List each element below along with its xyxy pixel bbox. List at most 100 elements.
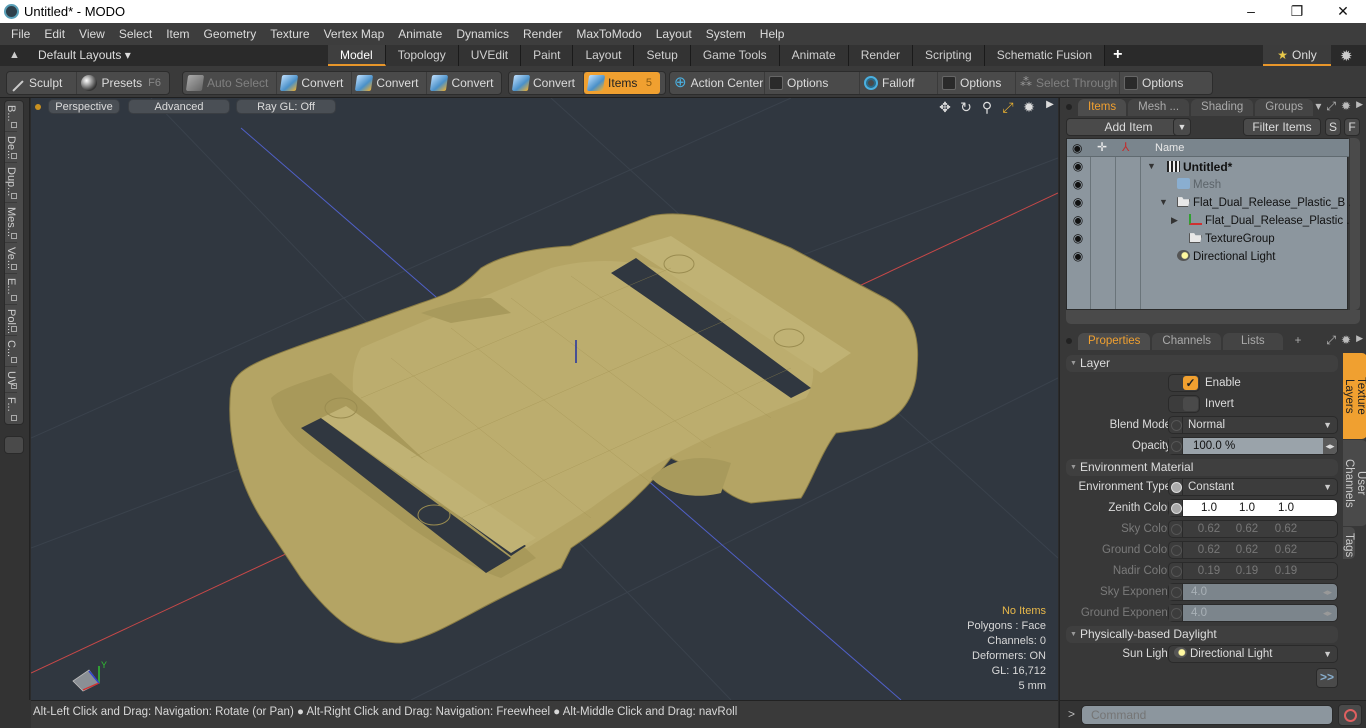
channel-knob[interactable] — [1169, 542, 1183, 558]
channel-knob[interactable] — [1169, 605, 1183, 621]
tool-tab-vertex[interactable]: Ve... — [5, 243, 17, 274]
tree-row-mesh[interactable]: ◉ Mesh — [1067, 176, 1349, 194]
command-input[interactable] — [1081, 705, 1333, 725]
menu-item[interactable]: Item — [159, 23, 196, 45]
sky-b[interactable]: 0.62 — [1266, 521, 1306, 537]
name-column-header[interactable]: Name — [1155, 142, 1184, 154]
zoom-view-icon[interactable]: ⚲ — [979, 99, 995, 116]
action-center-button[interactable]: ⊕ Action Center — [670, 72, 765, 94]
eye-icon[interactable]: ◉ — [1069, 195, 1087, 209]
action-center-options-button[interactable]: Options — [765, 72, 860, 94]
filter-items-button[interactable]: Filter Items — [1243, 118, 1321, 136]
menu-view[interactable]: View — [72, 23, 112, 45]
tab-groups[interactable]: Groups — [1255, 99, 1313, 116]
tool-tab-deform[interactable]: De... — [5, 132, 17, 163]
panel-expand-icon[interactable]: ▶ — [1356, 333, 1363, 348]
eye-icon[interactable]: ◉ — [1069, 231, 1087, 245]
tab-properties[interactable]: Properties — [1078, 333, 1151, 350]
item-list[interactable]: ◉ ✛ ⅄ Name ◉ ▼ Untitled* ◉ Mesh ◉ ▼ Flat… — [1066, 138, 1358, 310]
tab-topology[interactable]: Topology — [385, 45, 459, 66]
tabs-dropdown-icon[interactable]: ▾ — [1315, 99, 1321, 114]
raygl-button[interactable]: Ray GL: Off — [236, 99, 336, 114]
sun-light-dropdown[interactable]: Directional Light ▼ — [1168, 645, 1338, 663]
maximize-button[interactable]: ❐ — [1274, 0, 1320, 23]
tool-tab-uv[interactable]: UV — [5, 367, 17, 393]
tab-setup[interactable]: Setup — [634, 45, 691, 66]
zenith-g[interactable]: 1.0 — [1227, 500, 1267, 516]
convert-polygons-button[interactable]: Convert — [427, 72, 501, 94]
tab-channels[interactable]: Channels — [1152, 333, 1222, 350]
add-tab-button[interactable]: + — [1285, 333, 1312, 350]
channel-knob[interactable] — [1169, 479, 1183, 495]
visibility-column-icon[interactable]: ◉ — [1072, 141, 1082, 155]
viewport-expand-icon[interactable]: ▶ — [1042, 99, 1058, 116]
sky-exponent-field[interactable]: 4.0 ◂▸ — [1168, 583, 1338, 601]
record-macro-button[interactable] — [1338, 704, 1362, 726]
channel-knob[interactable] — [1169, 521, 1183, 537]
convert-vertices-button[interactable]: Convert — [277, 72, 353, 94]
opacity-field[interactable]: 100.0 % ◂▸ — [1168, 437, 1338, 455]
add-item-dropdown[interactable]: ▼ — [1173, 118, 1191, 136]
eye-icon[interactable]: ◉ — [1069, 177, 1087, 191]
menu-file[interactable]: File — [4, 23, 37, 45]
side-tab-user-channels[interactable]: User Channels — [1343, 440, 1366, 526]
only-button[interactable]: ★ Only — [1263, 45, 1331, 66]
eye-icon[interactable]: ◉ — [1069, 159, 1087, 173]
expand-icon[interactable]: ▼ — [1147, 161, 1156, 171]
ground-color-field[interactable]: 0.62 0.62 0.62 — [1168, 541, 1338, 559]
tree-row-light[interactable]: ◉ Directional Light — [1067, 248, 1349, 266]
tree-row-group[interactable]: ◉ ▼ Flat_Dual_Release_Plastic_B ... — [1067, 194, 1358, 212]
sky-r[interactable]: 0.62 — [1189, 521, 1229, 537]
falloff-options-button[interactable]: Options — [938, 72, 1016, 94]
slider-arrows-icon[interactable]: ◂▸ — [1323, 605, 1332, 621]
environment-type-dropdown[interactable]: Constant ▼ — [1168, 478, 1338, 496]
ground-g[interactable]: 0.62 — [1227, 542, 1267, 558]
tab-paint[interactable]: Paint — [521, 45, 574, 66]
side-tab-texture-layers[interactable]: Texture Layers — [1343, 353, 1366, 439]
enable-toggle[interactable]: ✓ — [1168, 374, 1200, 392]
fit-view-icon[interactable]: ⤢ — [1000, 99, 1016, 116]
s-button[interactable]: S — [1325, 118, 1341, 136]
menu-vertex-map[interactable]: Vertex Map — [317, 23, 392, 45]
channel-knob[interactable] — [1169, 584, 1183, 600]
tab-scripting[interactable]: Scripting — [913, 45, 985, 66]
viewport-menu-dot[interactable] — [35, 104, 41, 110]
tree-row-locator[interactable]: ◉ ▶ Flat_Dual_Release_Plastic ... — [1067, 212, 1356, 230]
menu-maxtomodo[interactable]: MaxToModo — [569, 23, 648, 45]
nadir-b[interactable]: 0.19 — [1266, 563, 1306, 579]
environment-material-section-header[interactable]: Environment Material — [1066, 459, 1338, 476]
menu-system[interactable]: System — [699, 23, 753, 45]
panel-menu-dot[interactable] — [1066, 338, 1072, 344]
tab-items[interactable]: Items — [1078, 99, 1127, 116]
ground-exponent-field[interactable]: 4.0 ◂▸ — [1168, 604, 1338, 622]
tree-row-scene[interactable]: ◉ ▼ Untitled* — [1067, 158, 1349, 176]
menu-help[interactable]: Help — [753, 23, 792, 45]
tab-layout[interactable]: Layout — [573, 45, 635, 66]
expand-icon[interactable]: ▼ — [1159, 197, 1168, 207]
tab-mesh-ops[interactable]: Mesh ... — [1128, 99, 1190, 116]
tab-game-tools[interactable]: Game Tools — [690, 45, 780, 66]
nadir-g[interactable]: 0.19 — [1227, 563, 1267, 579]
menu-geometry[interactable]: Geometry — [197, 23, 264, 45]
lock-column-icon[interactable]: ✛ — [1097, 140, 1107, 154]
gear-icon[interactable]: ✹ — [1340, 47, 1353, 65]
tool-tab-mesh-edit[interactable]: Mes... — [5, 203, 17, 243]
shading-mode-button[interactable]: Advanced — [128, 99, 230, 114]
channel-knob[interactable] — [1169, 417, 1183, 433]
items-mode-button[interactable]: Items 5 — [584, 72, 661, 94]
tool-tab-curve[interactable]: C... — [5, 336, 17, 367]
3d-viewport[interactable]: Y Perspective Advanced Ray GL: Off ✥ ↻ ⚲… — [31, 98, 1058, 700]
presets-button[interactable]: Presets F6 — [77, 72, 169, 94]
sky-g[interactable]: 0.62 — [1227, 521, 1267, 537]
panel-expand-icon[interactable]: ▶ — [1356, 99, 1363, 114]
default-layouts-dropdown[interactable]: Default Layouts ▾ — [38, 48, 131, 62]
tool-tab-extra[interactable] — [4, 436, 24, 454]
rotate-view-icon[interactable]: ↻ — [958, 99, 974, 116]
tool-tab-basic[interactable]: B... — [5, 101, 17, 132]
select-through-options-button[interactable]: Options — [1120, 72, 1191, 94]
channel-knob[interactable] — [1169, 438, 1183, 454]
zenith-b[interactable]: 1.0 — [1266, 500, 1306, 516]
tool-tab-polygon[interactable]: Pol... — [5, 305, 17, 336]
convert-items-button[interactable]: Convert — [509, 72, 585, 94]
menu-layout[interactable]: Layout — [649, 23, 699, 45]
